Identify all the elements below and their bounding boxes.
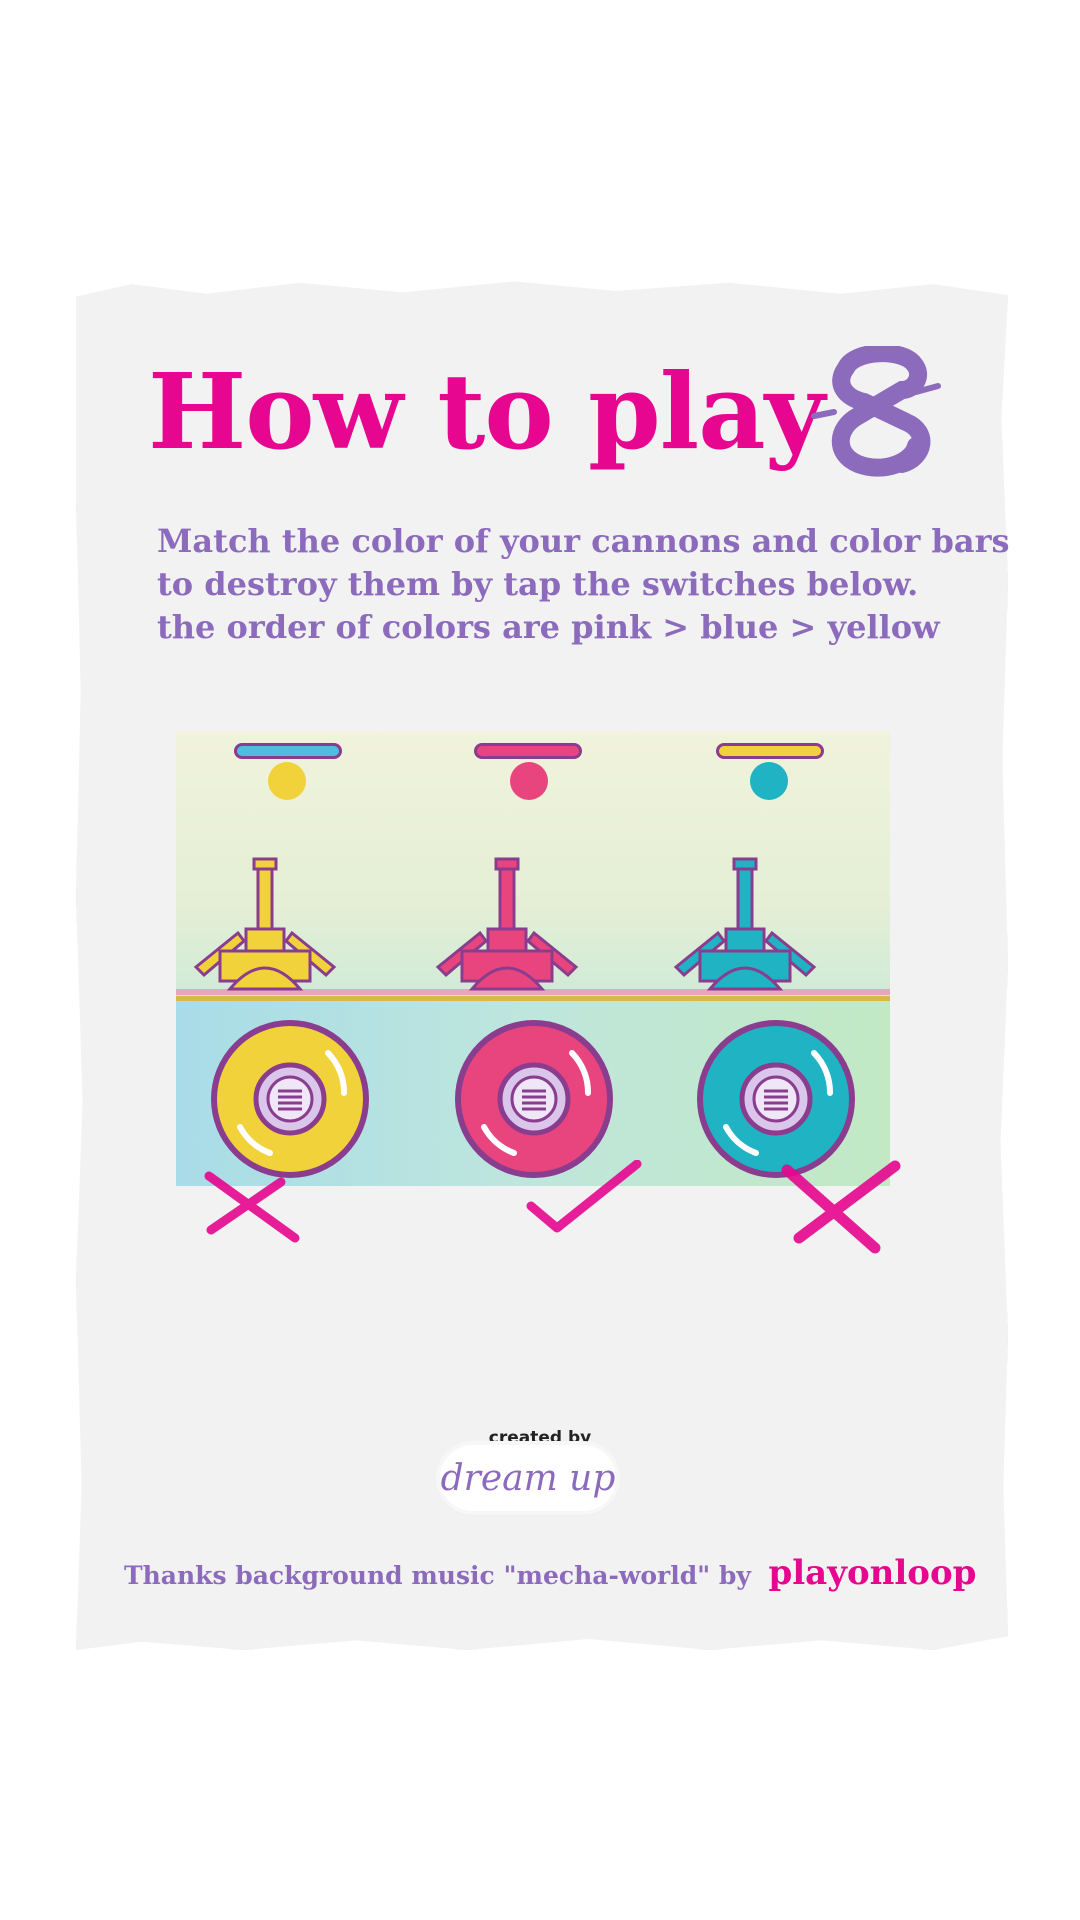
check-mark-icon [526,1160,642,1233]
instructions-text: Match the color of your cannons and colo… [157,520,1010,649]
instruction-line-1: Match the color of your cannons and colo… [157,522,1010,560]
music-author-link[interactable]: playonloop [768,1553,976,1593]
ball-teal [750,762,788,800]
cannon-yellow [193,857,337,991]
gameplay-screenshot [176,731,890,1186]
cross-mark-icon [204,1171,300,1243]
cross-mark-icon [781,1160,901,1254]
switch-yellow[interactable] [210,1019,370,1179]
switch-pink[interactable] [454,1019,614,1179]
dream-up-logo[interactable]: dream up [440,1445,616,1511]
instruction-line-2: to destroy them by tap the switches belo… [157,565,919,603]
logo-mark-icon [811,346,941,477]
page-title: How to play [148,350,825,473]
switch-teal[interactable] [696,1019,856,1179]
music-thanks-text: Thanks background music "mecha-world" by [124,1561,751,1590]
result-marks [204,1160,901,1254]
instruction-line-3: the order of colors are pink > blue > ye… [157,608,940,646]
color-bar-pink [474,743,582,759]
music-credits: Thanks background music "mecha-world" by… [124,1553,984,1593]
color-bar-blue [234,743,342,759]
cannon-teal [673,857,817,991]
brand-name: dream up [440,1457,616,1499]
ball-pink [510,762,548,800]
color-bar-yellow [716,743,824,759]
cannon-pink [435,857,579,991]
ball-yellow [268,762,306,800]
